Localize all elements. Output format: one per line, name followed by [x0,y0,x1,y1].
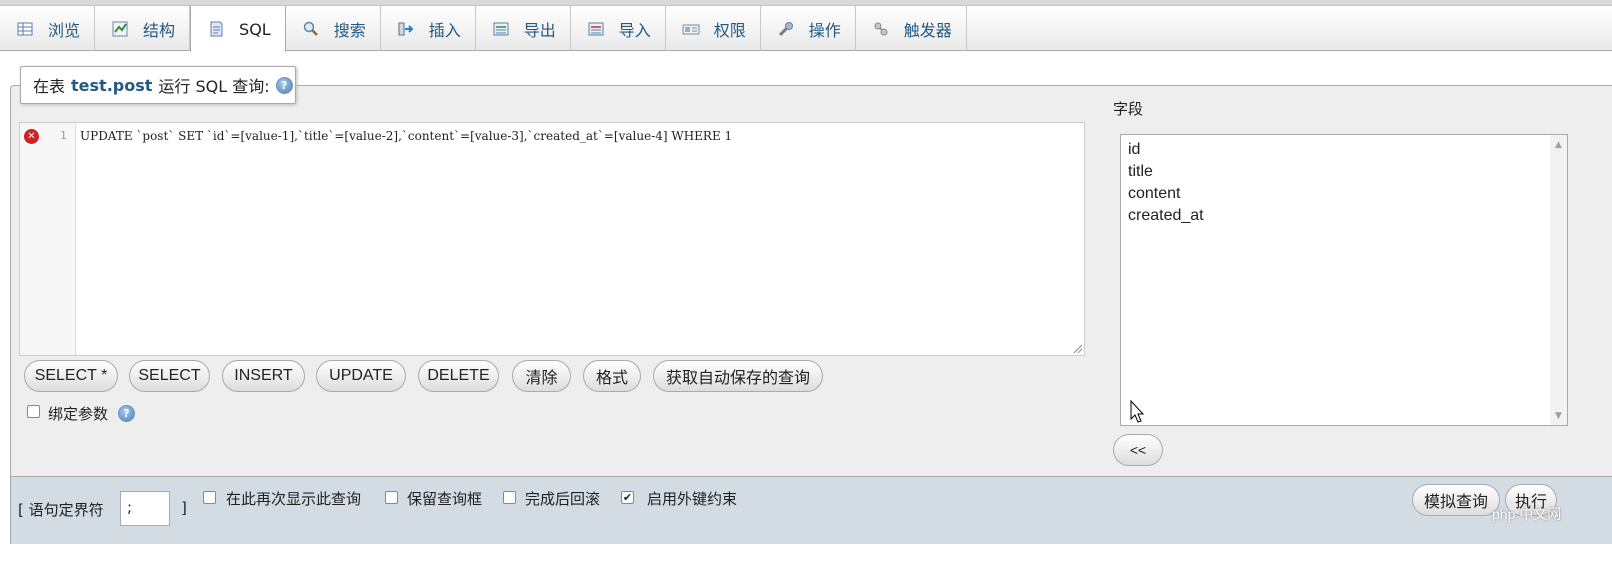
search-icon [302,20,320,38]
show-again-label: 在此再次显示此查询 [226,490,362,508]
rollback-checkbox[interactable] [503,491,516,504]
tab-label: 操作 [808,20,841,40]
insert-column-button[interactable]: << [1113,434,1163,466]
tab-browse[interactable]: 浏览 [0,6,96,51]
column-item[interactable]: title [1128,161,1560,183]
insert-icon [397,20,415,38]
legend-suffix: 运行 SQL 查询: [158,77,270,96]
column-item[interactable]: id [1128,139,1560,161]
tab-structure[interactable]: 结构 [95,6,191,51]
query-legend: 在表 test.post 运行 SQL 查询: ? [20,66,296,104]
tab-triggers[interactable]: 触发器 [856,6,967,51]
wrench-icon [777,20,795,38]
bind-params-checkbox[interactable] [27,405,40,418]
sql-icon [207,20,225,38]
help-icon[interactable]: ? [275,76,293,94]
import-icon [587,20,605,38]
tab-sql[interactable]: SQL [190,6,286,52]
delimiter-label: [ 语句定界符 [18,501,104,519]
tab-privileges[interactable]: 权限 [666,6,761,51]
legend-table-name: test.post [71,75,153,95]
sql-code-line[interactable]: UPDATE `post` SET `id`=[value-1],`title`… [80,129,732,143]
select-button[interactable]: SELECT [129,360,210,392]
tab-bar: 浏览 结构 SQL 搜索 插入 导出 导入 权限 操作 触发器 [0,6,1612,52]
format-button[interactable]: 格式 [583,360,641,392]
update-button[interactable]: UPDATE [316,360,406,392]
keep-query-box-label: 保留查询框 [407,490,483,508]
export-icon [492,20,510,38]
tab-label: SQL [239,19,271,39]
tab-label: 触发器 [903,20,952,40]
tab-import[interactable]: 导入 [571,6,666,51]
bind-params-label: 绑定参数 [48,405,109,423]
scroll-up-arrow-icon[interactable]: ▲ [1553,139,1564,150]
tab-operations[interactable]: 操作 [761,6,856,51]
clear-button[interactable]: 清除 [512,360,571,392]
foreign-keys-checkbox[interactable]: ✔ [621,491,634,504]
triggers-icon [872,20,890,38]
delete-button[interactable]: DELETE [418,360,499,392]
tab-label: 结构 [143,20,176,40]
get-autosaved-query-button[interactable]: 获取自动保存的查询 [653,360,823,392]
sql-editor[interactable]: ✕ 1 UPDATE `post` SET `id`=[value-1],`ti… [19,122,1085,356]
keep-query-box-checkbox[interactable] [385,491,398,504]
tab-label: 导出 [523,20,556,40]
structure-icon [111,20,129,38]
bind-params-help-icon[interactable]: ? [118,405,135,422]
show-again-checkbox[interactable] [203,491,216,504]
tab-label: 浏览 [48,20,81,40]
select-all-button[interactable]: SELECT * [24,360,118,392]
column-item[interactable]: content [1128,183,1560,205]
column-item[interactable]: created_at [1128,205,1560,227]
tab-insert[interactable]: 插入 [381,6,476,51]
columns-list[interactable]: id title content created_at ▲ ▼ [1120,134,1568,426]
resize-grip-icon[interactable] [1072,343,1082,353]
insert-button[interactable]: INSERT [222,360,305,392]
legend-prefix: 在表 [33,77,66,96]
tab-export[interactable]: 导出 [476,6,571,51]
editor-gutter: ✕ 1 [20,123,76,355]
table-browse-icon [16,20,34,38]
delimiter-input[interactable]: ; [120,491,170,526]
options-footer [10,476,1612,544]
tab-label: 导入 [618,20,651,40]
line-number: 1 [60,129,67,142]
privileges-icon [682,20,700,38]
watermark: php 中文网 [1492,506,1562,522]
tab-label: 插入 [428,20,461,40]
foreign-keys-label: 启用外键约束 [647,490,738,508]
error-marker-icon[interactable]: ✕ [24,129,39,144]
simulate-query-button[interactable]: 模拟查询 [1412,484,1500,516]
mouse-cursor-icon [1130,400,1145,423]
columns-scrollbar[interactable]: ▲ ▼ [1550,135,1567,425]
scroll-down-arrow-icon[interactable]: ▼ [1553,410,1564,421]
tab-label: 搜索 [333,20,366,40]
delimiter-close: ] [181,499,187,517]
columns-title: 字段 [1113,100,1144,118]
tab-label: 权限 [713,20,746,40]
rollback-label: 完成后回滚 [525,490,601,508]
tab-search[interactable]: 搜索 [286,6,381,51]
